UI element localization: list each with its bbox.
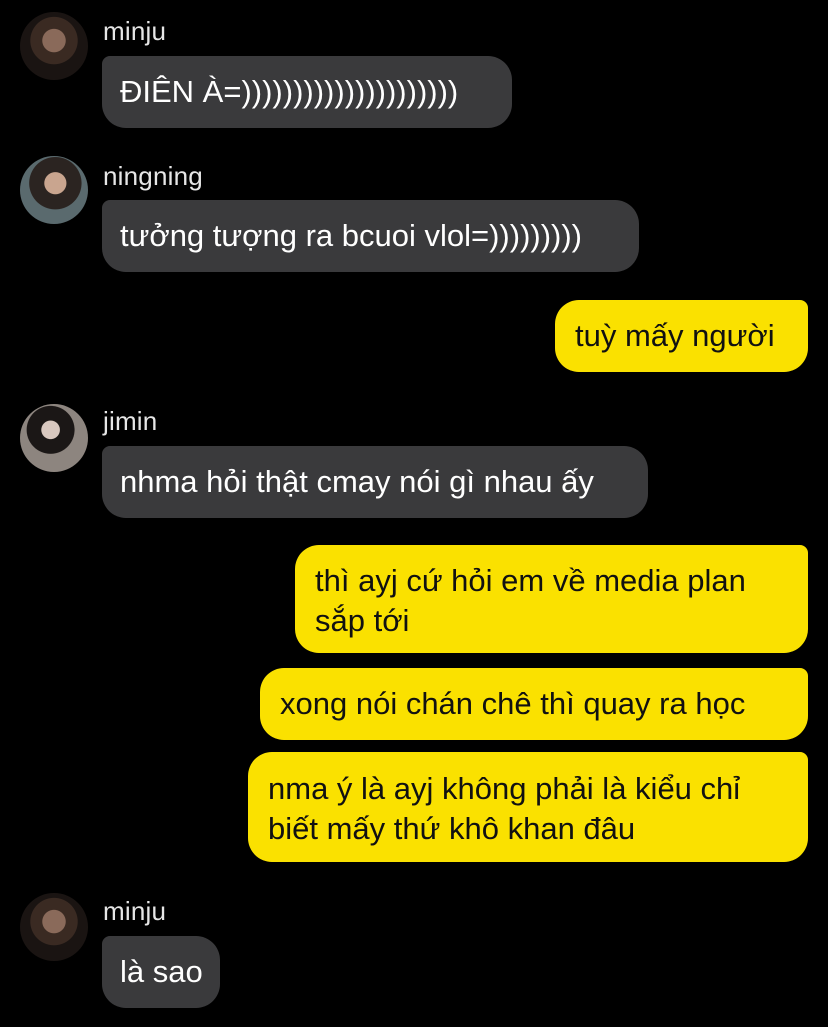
message-bubble-incoming[interactable]: nhma hỏi thật cmay nói gì nhau ấy bbox=[102, 446, 648, 518]
message-bubble-outgoing[interactable]: nma ý là ayj không phải là kiểu chỉ biết… bbox=[248, 752, 808, 862]
avatar-minju[interactable] bbox=[20, 893, 88, 961]
sender-name: jimin bbox=[103, 406, 158, 436]
message-text-line: thì ayj cứ hỏi em về media plan bbox=[315, 563, 746, 598]
message-text: là sao bbox=[120, 954, 203, 989]
message-bubble-incoming[interactable]: là sao bbox=[102, 936, 220, 1008]
message-text: nhma hỏi thật cmay nói gì nhau ấy bbox=[120, 464, 594, 499]
sender-name: minju bbox=[103, 16, 167, 46]
message-text: tuỳ mấy người bbox=[575, 318, 775, 353]
message-bubble-incoming[interactable]: ĐIÊN À=))))))))))))))))))))) bbox=[102, 56, 512, 128]
message-bubble-outgoing[interactable]: thì ayj cứ hỏi em về media plan sắp tới bbox=[295, 545, 808, 653]
avatar-minju[interactable] bbox=[20, 12, 88, 80]
message-text: tưởng tượng ra bcuoi vlol=))))))))) bbox=[120, 218, 583, 253]
message-text: ĐIÊN À=))))))))))))))))))))) bbox=[120, 74, 459, 109]
message-text-line: nma ý là ayj không phải là kiểu chỉ bbox=[268, 771, 741, 806]
avatar-ningning[interactable] bbox=[20, 156, 88, 224]
message-bubble-incoming[interactable]: tưởng tượng ra bcuoi vlol=))))))))) bbox=[102, 200, 639, 272]
avatar-jimin[interactable] bbox=[20, 404, 88, 472]
message-text-line: sắp tới bbox=[315, 603, 410, 638]
message-bubble-outgoing[interactable]: tuỳ mấy người bbox=[555, 300, 808, 372]
message-text: xong nói chán chê thì quay ra học bbox=[280, 686, 746, 721]
sender-name: minju bbox=[103, 896, 167, 926]
message-text-line: biết mấy thứ khô khan đâu bbox=[268, 811, 636, 846]
message-bubble-outgoing[interactable]: xong nói chán chê thì quay ra học bbox=[260, 668, 808, 740]
sender-name: ningning bbox=[103, 161, 203, 191]
